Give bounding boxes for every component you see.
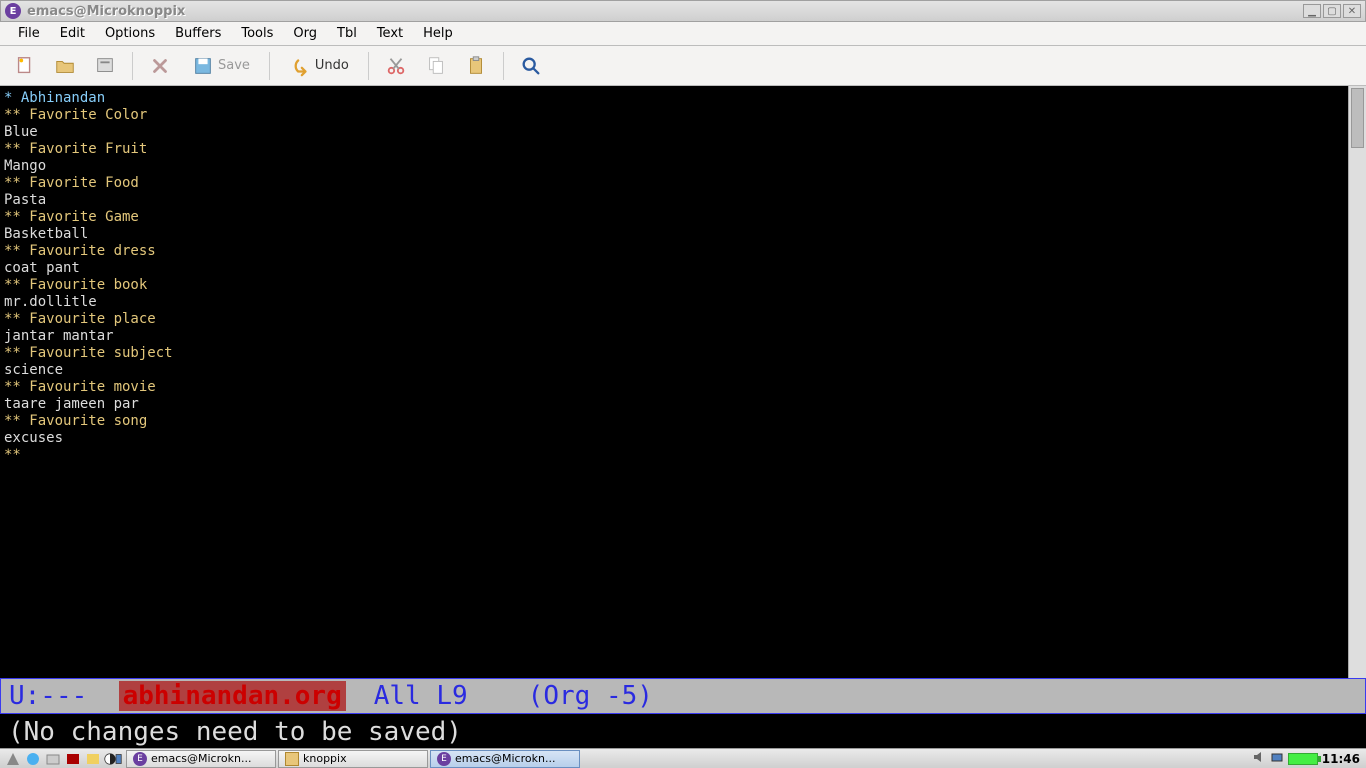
editor-line: ** Favourite place: [4, 311, 1344, 328]
editor-line: ** Favorite Color: [4, 107, 1344, 124]
emacs-app-icon: E: [5, 3, 21, 19]
search-button[interactable]: [514, 49, 548, 83]
toolbar-separator: [503, 52, 504, 80]
new-file-icon: [14, 55, 36, 77]
taskbar-task-knoppix[interactable]: knoppix: [278, 750, 428, 768]
editor-line: ** Favourite movie: [4, 379, 1344, 396]
editor-line: Blue: [4, 124, 1344, 141]
close-buffer-button[interactable]: [143, 49, 177, 83]
editor-line: * Abhinandan: [4, 90, 1344, 107]
close-icon: [149, 55, 171, 77]
editor-line: mr.dollitle: [4, 294, 1344, 311]
menu-options[interactable]: Options: [95, 23, 165, 44]
undo-button[interactable]: Undo: [280, 49, 358, 83]
editor-line: ** Favourite song: [4, 413, 1344, 430]
editor-line: **: [4, 447, 1344, 464]
terminal-launcher[interactable]: [64, 751, 82, 767]
volume-icon[interactable]: [1252, 750, 1266, 767]
editor-line: excuses: [4, 430, 1344, 447]
vertical-scrollbar[interactable]: [1348, 86, 1366, 678]
network-icon[interactable]: [1270, 750, 1284, 767]
minibuffer[interactable]: (No changes need to be saved): [0, 714, 1366, 750]
minimize-button[interactable]: ▁: [1303, 4, 1321, 18]
modeline-filename: abhinandan.org: [119, 681, 346, 711]
menu-tbl[interactable]: Tbl: [327, 23, 367, 44]
directory-icon: [94, 55, 116, 77]
editor-line: ** Favorite Food: [4, 175, 1344, 192]
scissors-icon: [385, 55, 407, 77]
save-label: Save: [218, 58, 250, 73]
emacs-icon: E: [133, 752, 147, 766]
task-label: knoppix: [303, 752, 347, 765]
editor-line: jantar mantar: [4, 328, 1344, 345]
battery-icon[interactable]: [1288, 753, 1318, 765]
window-titlebar: E emacs@Microknoppix ▁ ▢ ✕: [0, 0, 1366, 22]
copy-icon: [425, 55, 447, 77]
emacs-icon: E: [437, 752, 451, 766]
task-label: emacs@Microkn...: [455, 752, 555, 765]
clipboard-icon: [465, 55, 487, 77]
copy-button[interactable]: [419, 49, 453, 83]
menu-edit[interactable]: Edit: [50, 23, 95, 44]
menu-org[interactable]: Org: [283, 23, 327, 44]
taskbar: E emacs@Microkn... knoppix E emacs@Micro…: [0, 748, 1366, 768]
editor-line: ** Favourite book: [4, 277, 1344, 294]
editor-line: science: [4, 362, 1344, 379]
search-icon: [520, 55, 542, 77]
modeline-status: U:---: [9, 681, 87, 711]
open-directory-button[interactable]: [88, 49, 122, 83]
menu-file[interactable]: File: [8, 23, 50, 44]
show-desktop-button[interactable]: [84, 751, 102, 767]
new-file-button[interactable]: [8, 49, 42, 83]
menu-tools[interactable]: Tools: [231, 23, 283, 44]
menu-text[interactable]: Text: [367, 23, 413, 44]
cut-button[interactable]: [379, 49, 413, 83]
editor-line: taare jameen par: [4, 396, 1344, 413]
editor-line: ** Favourite subject: [4, 345, 1344, 362]
menu-bar: File Edit Options Buffers Tools Org Tbl …: [0, 22, 1366, 46]
editor-line: Basketball: [4, 226, 1344, 243]
toolbar-separator: [269, 52, 270, 80]
editor-line: ** Favorite Game: [4, 209, 1344, 226]
modeline-position: All L9: [374, 681, 468, 711]
toolbar-separator: [132, 52, 133, 80]
editor-line: Pasta: [4, 192, 1344, 209]
maximize-button[interactable]: ▢: [1323, 4, 1341, 18]
menu-buffers[interactable]: Buffers: [165, 23, 231, 44]
save-button[interactable]: Save: [183, 49, 259, 83]
menu-help[interactable]: Help: [413, 23, 463, 44]
folder-icon: [285, 752, 299, 766]
task-label: emacs@Microkn...: [151, 752, 251, 765]
open-file-button[interactable]: [48, 49, 82, 83]
filemanager-launcher[interactable]: [44, 751, 62, 767]
undo-icon: [289, 55, 311, 77]
taskbar-clock[interactable]: 11:46: [1322, 752, 1360, 766]
start-menu-button[interactable]: [4, 751, 22, 767]
scrollbar-thumb[interactable]: [1351, 88, 1364, 148]
toolbar-separator: [368, 52, 369, 80]
paste-button[interactable]: [459, 49, 493, 83]
browser-launcher[interactable]: [24, 751, 42, 767]
mode-line[interactable]: U:--- abhinandan.org All L9 (Org -5): [0, 678, 1366, 714]
undo-label: Undo: [315, 58, 349, 73]
close-button[interactable]: ✕: [1343, 4, 1361, 18]
pager-workspace[interactable]: [104, 751, 122, 767]
editor-buffer[interactable]: * Abhinandan ** Favorite ColorBlue** Fav…: [0, 86, 1348, 678]
open-folder-icon: [54, 55, 76, 77]
editor-line: ** Favourite dress: [4, 243, 1344, 260]
modeline-mode: (Org -5): [528, 681, 653, 711]
window-title: emacs@Microknoppix: [27, 4, 185, 19]
save-icon: [192, 55, 214, 77]
editor-line: Mango: [4, 158, 1344, 175]
taskbar-task-emacs1[interactable]: E emacs@Microkn...: [126, 750, 276, 768]
taskbar-task-emacs2[interactable]: E emacs@Microkn...: [430, 750, 580, 768]
editor-line: ** Favorite Fruit: [4, 141, 1344, 158]
minibuffer-message: (No changes need to be saved): [8, 717, 462, 747]
editor-line: coat pant: [4, 260, 1344, 277]
toolbar: Save Undo: [0, 46, 1366, 86]
